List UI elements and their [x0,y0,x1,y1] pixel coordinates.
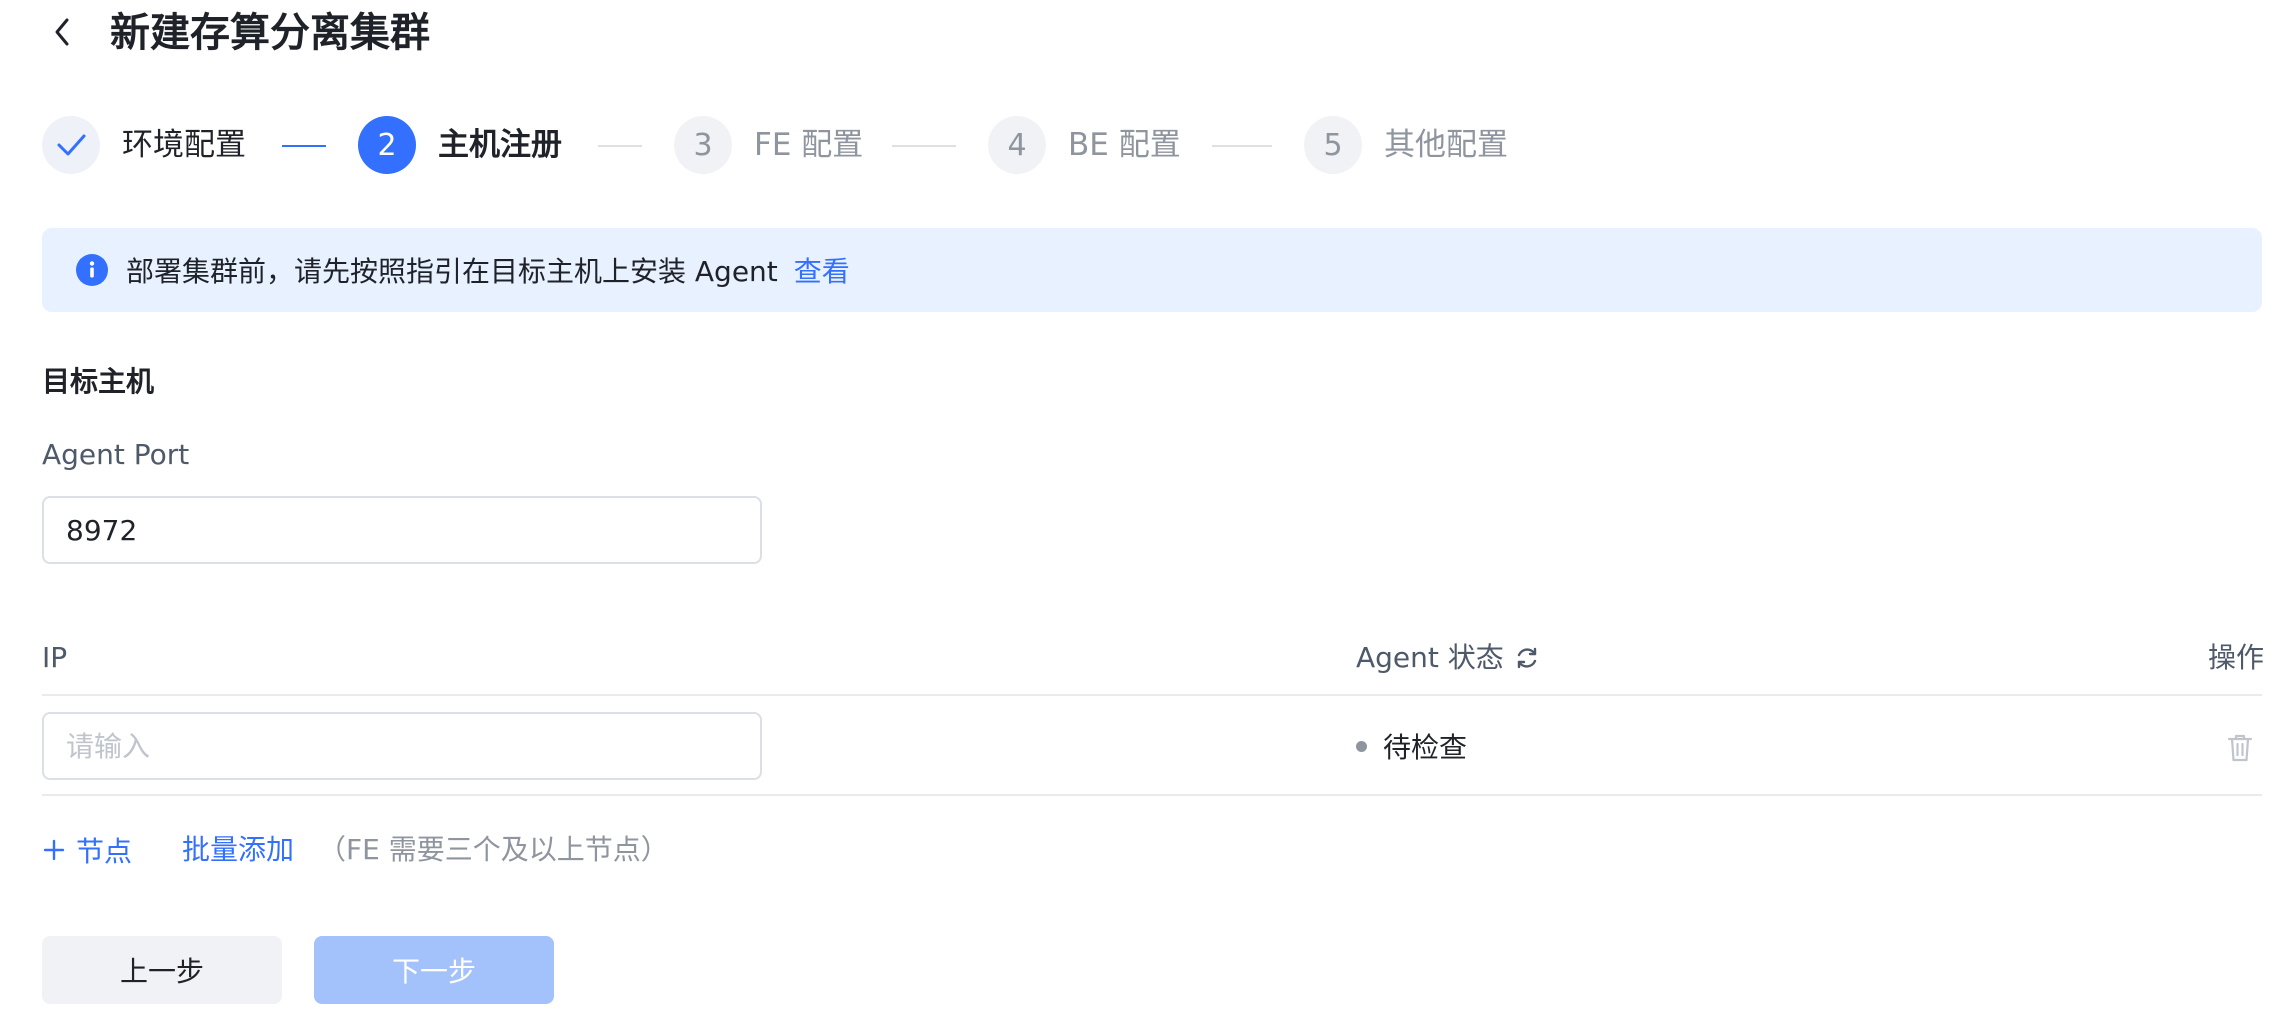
section-title: 目标主机 [42,365,155,398]
page-title: 新建存算分离集群 [110,10,430,56]
back-button[interactable] [40,10,84,54]
column-header-agent-status: Agent 状态 [1356,638,1540,678]
step-connector-2 [598,145,642,147]
fe-node-hint: （FE 需要三个及以上节点） [318,833,669,866]
step-5-circle: 5 [1304,116,1362,174]
status-dot [1356,740,1367,752]
step-connector-3 [892,145,956,147]
step-1-circle [42,116,100,174]
chevron-left-icon [55,18,69,46]
prev-step-button[interactable]: 上一步 [42,936,282,1004]
plus-icon [43,839,65,861]
agent-status-text: 待检查 [1383,731,1468,764]
table-divider [42,694,2262,696]
batch-add-button[interactable]: 批量添加 [182,830,294,870]
delete-row-button[interactable] [2220,728,2260,768]
agent-port-input[interactable] [42,496,762,564]
column-header-agent-status-label: Agent 状态 [1356,641,1504,674]
table-divider-bottom [42,794,2262,796]
step-indicator: 环境配置 2 主机注册 3 FE 配置 4 BE 配置 5 其他配置 [42,116,1642,174]
info-icon [76,254,108,286]
column-header-ip: IP [42,641,68,674]
add-node-button[interactable]: 节点 [42,830,132,870]
column-header-action: 操作 [2208,641,2265,674]
step-1-label: 环境配置 [122,127,246,163]
step-connector-4 [1212,145,1272,147]
step-4-label: BE 配置 [1068,127,1181,163]
agent-port-label: Agent Port [42,438,190,471]
step-3-label: FE 配置 [754,127,864,163]
alert-message: 部署集群前，请先按照指引在目标主机上安装 Agent [126,255,778,288]
step-2-label: 主机注册 [438,127,562,163]
step-3-circle: 3 [674,116,732,174]
check-icon [57,134,86,156]
refresh-icon[interactable] [1514,645,1540,671]
step-connector-1 [282,145,326,147]
view-guide-link[interactable]: 查看 [794,250,850,290]
step-2-circle: 2 [358,116,416,174]
next-step-button[interactable]: 下一步 [314,936,554,1004]
trash-icon [2227,734,2253,762]
add-node-label: 节点 [76,835,133,868]
info-alert: 部署集群前，请先按照指引在目标主机上安装 Agent 查看 [42,228,2262,312]
agent-status-cell: 待检查 [1356,726,1467,766]
step-4-circle: 4 [988,116,1046,174]
ip-input[interactable] [42,712,762,780]
step-5-label: 其他配置 [1384,127,1508,163]
